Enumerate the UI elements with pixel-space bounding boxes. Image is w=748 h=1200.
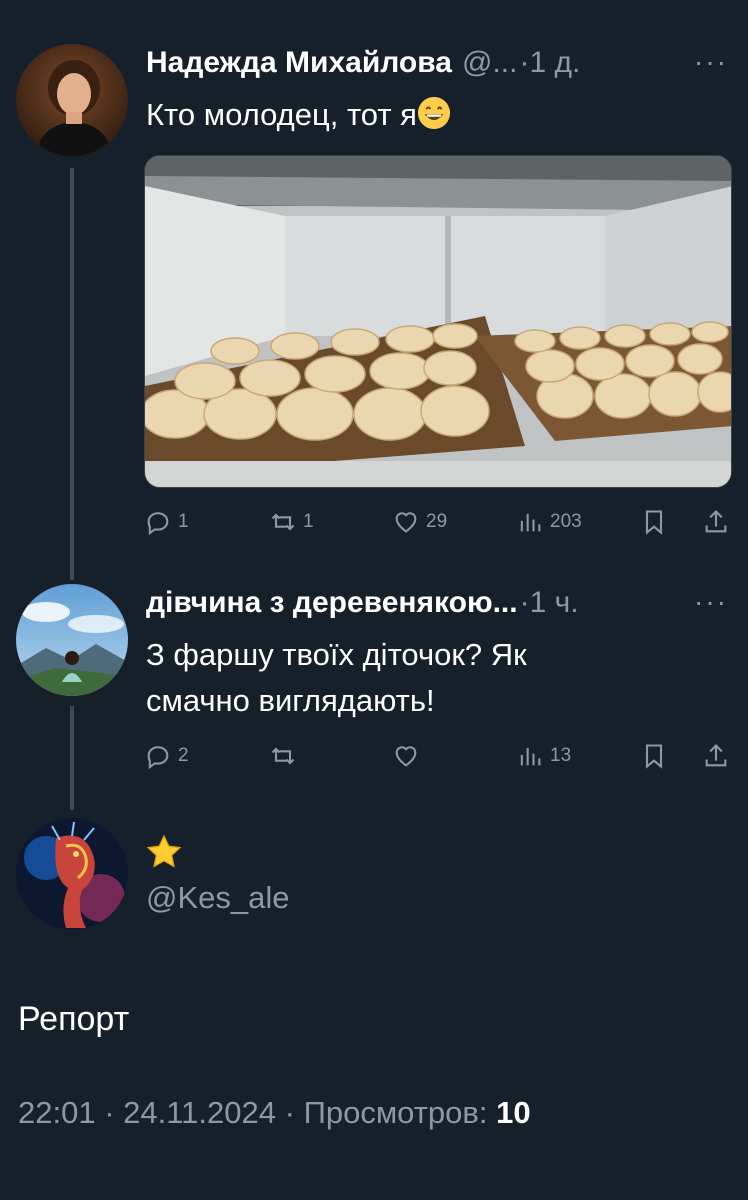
separator: · xyxy=(276,1095,304,1130)
main-tweet-text: Репорт xyxy=(18,1000,130,1038)
thread-line-1 xyxy=(70,168,74,580)
retweet-button[interactable]: 1 xyxy=(269,508,314,536)
like-button[interactable]: 29 xyxy=(392,508,447,536)
tweet-text-line-1: З фаршу твоїх діточок? Як xyxy=(146,637,527,672)
reply-button[interactable]: 1 xyxy=(144,508,189,536)
tweet-date[interactable]: 24.11.2024 xyxy=(123,1095,276,1130)
tweet-time[interactable]: ·1 ч. xyxy=(520,586,579,620)
views-button[interactable]: 203 xyxy=(516,508,582,536)
views-icon xyxy=(520,513,541,532)
retweet-icon xyxy=(271,513,295,531)
bookmark-button[interactable] xyxy=(640,742,668,770)
avatar-divchyna[interactable] xyxy=(16,584,128,696)
share-icon xyxy=(705,510,727,533)
tweet-2-header: дівчина з деревенякою... ·1 ч. xyxy=(146,586,579,620)
tweet-timestamp: 22:01 · 24.11.2024 · Просмотров: 10 xyxy=(18,1095,531,1131)
retweet-count: 1 xyxy=(303,511,314,532)
more-options-icon[interactable]: ··· xyxy=(694,586,728,618)
tweet-time[interactable]: ·1 д. xyxy=(519,46,580,80)
reply-button[interactable]: 2 xyxy=(144,742,189,770)
views-icon xyxy=(520,747,541,766)
thread-line-2 xyxy=(70,706,74,810)
share-button[interactable] xyxy=(702,508,730,536)
reply-count: 2 xyxy=(178,745,189,766)
views-count: 13 xyxy=(550,745,572,766)
tweet-1-actions: 1 1 29 203 xyxy=(144,508,734,548)
retweet-button[interactable] xyxy=(269,742,297,770)
tweet-text: Кто молодец, тот я xyxy=(146,97,417,132)
heart-icon xyxy=(395,512,417,533)
reply-icon xyxy=(147,512,169,536)
like-button[interactable] xyxy=(392,742,420,770)
more-options-icon[interactable]: ··· xyxy=(694,46,728,78)
share-icon xyxy=(705,744,727,767)
reply-icon xyxy=(147,746,169,770)
bookmark-icon xyxy=(645,510,663,535)
retweet-icon xyxy=(271,747,295,765)
tweet-text-line-2: смачно виглядають! xyxy=(146,683,435,718)
views-count: 10 xyxy=(496,1095,531,1130)
avatar-nadezhda[interactable] xyxy=(16,44,128,156)
avatar-kes-ale[interactable] xyxy=(16,818,128,930)
tweet-2-text: З фаршу твоїх діточок? Як смачно вигляда… xyxy=(146,632,527,724)
views-label: Просмотров: xyxy=(303,1095,497,1130)
tweet-2-actions: 2 13 xyxy=(144,742,734,782)
star-emoji-icon xyxy=(146,834,182,868)
author-handle[interactable]: @Kes_ale xyxy=(146,880,290,916)
tweet-1-header: Надежда Михайлова @... ·1 д. xyxy=(146,46,580,80)
bookmark-button[interactable] xyxy=(640,508,668,536)
reply-count: 1 xyxy=(178,511,189,532)
author-name[interactable]: дівчина з деревенякою... xyxy=(146,586,518,620)
tweet-1-text: Кто молодец, тот я xyxy=(146,92,451,138)
grinning-face-emoji-icon xyxy=(417,96,451,130)
tweet-time[interactable]: 22:01 xyxy=(18,1095,96,1130)
views-button[interactable]: 13 xyxy=(516,742,571,770)
like-count: 29 xyxy=(426,511,448,532)
heart-icon xyxy=(395,746,417,767)
author-handle[interactable]: @... xyxy=(462,46,517,80)
separator: · xyxy=(95,1095,124,1130)
views-count: 203 xyxy=(550,511,582,532)
share-button[interactable] xyxy=(702,742,730,770)
author-name[interactable]: Надежда Михайлова xyxy=(146,46,452,80)
tweet-media-photo[interactable] xyxy=(144,155,732,488)
bookmark-icon xyxy=(645,744,663,769)
